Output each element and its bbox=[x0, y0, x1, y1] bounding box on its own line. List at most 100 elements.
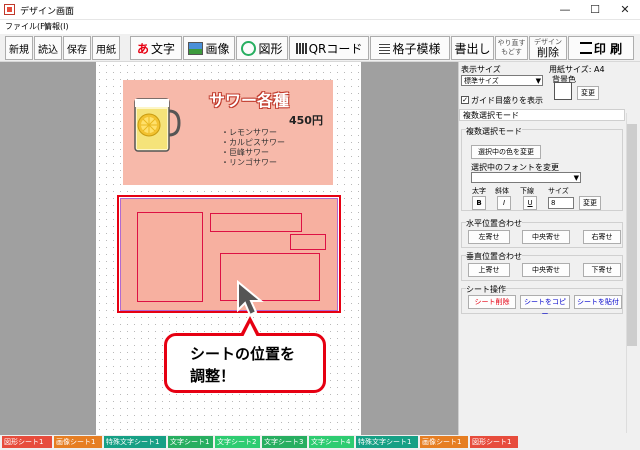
menu-file[interactable]: ファイル(F) bbox=[5, 21, 48, 32]
sheet-delete-button[interactable]: シート削除 bbox=[468, 295, 516, 309]
multi-select-group-label: 複数選択モード bbox=[466, 126, 522, 137]
underline-button[interactable]: U bbox=[523, 196, 537, 210]
mode-box: 複数選択モード bbox=[459, 109, 625, 121]
font-select[interactable]: ▼ bbox=[471, 172, 581, 183]
callout-text: シートの位置を 調整！ bbox=[190, 343, 295, 387]
sheet-tab[interactable]: 画像シート1 bbox=[420, 436, 468, 448]
sheet-ops-label: シート操作 bbox=[466, 284, 506, 295]
app-icon bbox=[4, 4, 15, 15]
sheet-price: 450円 bbox=[289, 114, 323, 127]
sheet-tab[interactable]: 文字シート2 bbox=[215, 436, 260, 448]
toolbar: 新規 読込 保存 用紙 あ 文字 画像 図形 QRコード 格子模様 書出し やり… bbox=[0, 34, 640, 62]
align-bottom-button[interactable]: 下寄せ bbox=[583, 263, 621, 277]
grid-icon bbox=[379, 42, 391, 54]
maximize-button[interactable]: ☐ bbox=[580, 0, 610, 20]
qrcode-icon bbox=[295, 42, 307, 54]
image-button-label: 画像 bbox=[205, 41, 230, 56]
grid-button-label: 格子模様 bbox=[392, 41, 441, 56]
save-button[interactable]: 保存 bbox=[63, 36, 91, 60]
list-item: 巨峰サワー bbox=[221, 148, 285, 158]
qrcode-button[interactable]: QRコード bbox=[289, 36, 369, 60]
list-item: レモンサワー bbox=[221, 128, 285, 138]
sheet-tabs: 図形シート1 画像シート1 特殊文字シート1 文字シート1 文字シート2 文字シート3 文字… bbox=[0, 436, 640, 450]
sheet-sour-menu[interactable]: サワー各種 450円 レモンサワー カルピスサワー 巨峰サワー リンゴサワー bbox=[123, 80, 333, 185]
font-change-button[interactable]: 変更 bbox=[579, 196, 601, 210]
underline-label: 下線 bbox=[520, 187, 534, 195]
menu-info[interactable]: 情報(I) bbox=[44, 21, 69, 32]
menu-bar: ファイル(F) 情報(I) bbox=[0, 20, 640, 34]
sheet-tab[interactable]: 画像シート1 bbox=[54, 436, 102, 448]
selection-highlight bbox=[117, 195, 341, 313]
image-button[interactable]: 画像 bbox=[183, 36, 235, 60]
chevron-down-icon: ▼ bbox=[573, 174, 579, 182]
sheet-tab[interactable]: 特殊文字シート1 bbox=[356, 436, 418, 448]
mouse-cursor-icon bbox=[237, 280, 264, 317]
bg-color-swatch[interactable] bbox=[554, 82, 572, 100]
text-button[interactable]: あ 文字 bbox=[130, 36, 182, 60]
font-size-stepper[interactable]: 8 bbox=[548, 197, 574, 209]
heading-button[interactable]: 書出し bbox=[451, 36, 494, 60]
italic-button[interactable]: I bbox=[497, 196, 511, 210]
open-button[interactable]: 読込 bbox=[34, 36, 62, 60]
bg-color-change-button[interactable]: 変更 bbox=[577, 86, 599, 100]
italic-label: 斜体 bbox=[495, 187, 509, 195]
paper-size-value: A4 bbox=[594, 65, 605, 74]
design-delete-button[interactable]: デザイン 削除 bbox=[529, 36, 567, 60]
image-icon bbox=[188, 41, 204, 55]
text-button-label: 文字 bbox=[151, 41, 176, 56]
delete-label: 削除 bbox=[537, 45, 559, 59]
shape-button[interactable]: 図形 bbox=[236, 36, 288, 60]
change-color-button[interactable]: 選択中の色を変更 bbox=[471, 145, 541, 159]
display-size-select[interactable]: 標準サイズ ▼ bbox=[461, 75, 543, 86]
bold-label: 太字 bbox=[472, 187, 486, 195]
list-item: リンゴサワー bbox=[221, 158, 285, 168]
print-button[interactable]: 印 刷 bbox=[568, 36, 634, 60]
callout-line: 調整！ bbox=[190, 367, 236, 385]
chevron-down-icon: ▼ bbox=[535, 77, 541, 85]
text-icon: あ bbox=[136, 41, 149, 56]
sheet-tab[interactable]: 文字シート4 bbox=[309, 436, 354, 448]
v-align-label: 垂直位置合わせ bbox=[466, 251, 522, 262]
sheet-paste-button[interactable]: シートを貼付 bbox=[574, 295, 622, 309]
size-label: サイズ bbox=[548, 187, 569, 195]
sheet-tab[interactable]: 特殊文字シート1 bbox=[104, 436, 166, 448]
sour-list: レモンサワー カルピスサワー 巨峰サワー リンゴサワー bbox=[221, 128, 285, 168]
redo-label: もどす bbox=[501, 48, 522, 56]
sheet-copy-button[interactable]: シートをコピー bbox=[520, 295, 570, 318]
paper-button[interactable]: 用紙 bbox=[92, 36, 120, 60]
callout-line: シートの位置を bbox=[190, 345, 296, 363]
sheet-tab[interactable]: 図形シート1 bbox=[2, 436, 52, 448]
align-left-button[interactable]: 左寄せ bbox=[468, 230, 510, 244]
display-size-value: 標準サイズ bbox=[464, 77, 499, 85]
shape-button-label: 図形 bbox=[258, 41, 283, 56]
window-title: デザイン画面 bbox=[20, 7, 75, 17]
sour-glass-image bbox=[134, 98, 181, 152]
print-icon bbox=[579, 42, 592, 54]
align-right-button[interactable]: 右寄せ bbox=[583, 230, 621, 244]
close-button[interactable]: ✕ bbox=[610, 0, 640, 20]
guide-checkbox[interactable]: ✓ bbox=[461, 96, 469, 104]
align-top-button[interactable]: 上寄せ bbox=[468, 263, 510, 277]
undo-redo-button[interactable]: やり直す もどす bbox=[495, 36, 528, 60]
circle-icon bbox=[241, 40, 257, 56]
panel-scrollbar-thumb[interactable] bbox=[627, 124, 637, 346]
align-middle-button[interactable]: 中央寄せ bbox=[522, 263, 570, 277]
callout-tail-inner bbox=[243, 323, 257, 337]
grid-button[interactable]: 格子模様 bbox=[370, 36, 450, 60]
sheet-tab[interactable]: 図形シート1 bbox=[470, 436, 518, 448]
guide-checkbox-label: ガイド目盛りを表示 bbox=[471, 96, 543, 105]
font-size-value: 8 bbox=[551, 199, 556, 207]
minimize-button[interactable]: — bbox=[550, 0, 580, 20]
h-align-label: 水平位置合わせ bbox=[466, 218, 522, 229]
align-center-button[interactable]: 中央寄せ bbox=[522, 230, 570, 244]
bold-button[interactable]: B bbox=[472, 196, 486, 210]
sheet-tab[interactable]: 文字シート3 bbox=[262, 436, 307, 448]
undo-label: やり直す bbox=[497, 39, 526, 47]
display-size-label: 表示サイズ bbox=[461, 65, 501, 74]
list-item: カルピスサワー bbox=[221, 138, 285, 148]
sheet-tab[interactable]: 文字シート1 bbox=[168, 436, 213, 448]
title-bar: デザイン画面 — ☐ ✕ bbox=[0, 0, 640, 20]
paper-size-text: 用紙サイズ: bbox=[549, 65, 592, 74]
qrcode-button-label: QRコード bbox=[308, 41, 363, 56]
new-button[interactable]: 新規 bbox=[5, 36, 33, 60]
